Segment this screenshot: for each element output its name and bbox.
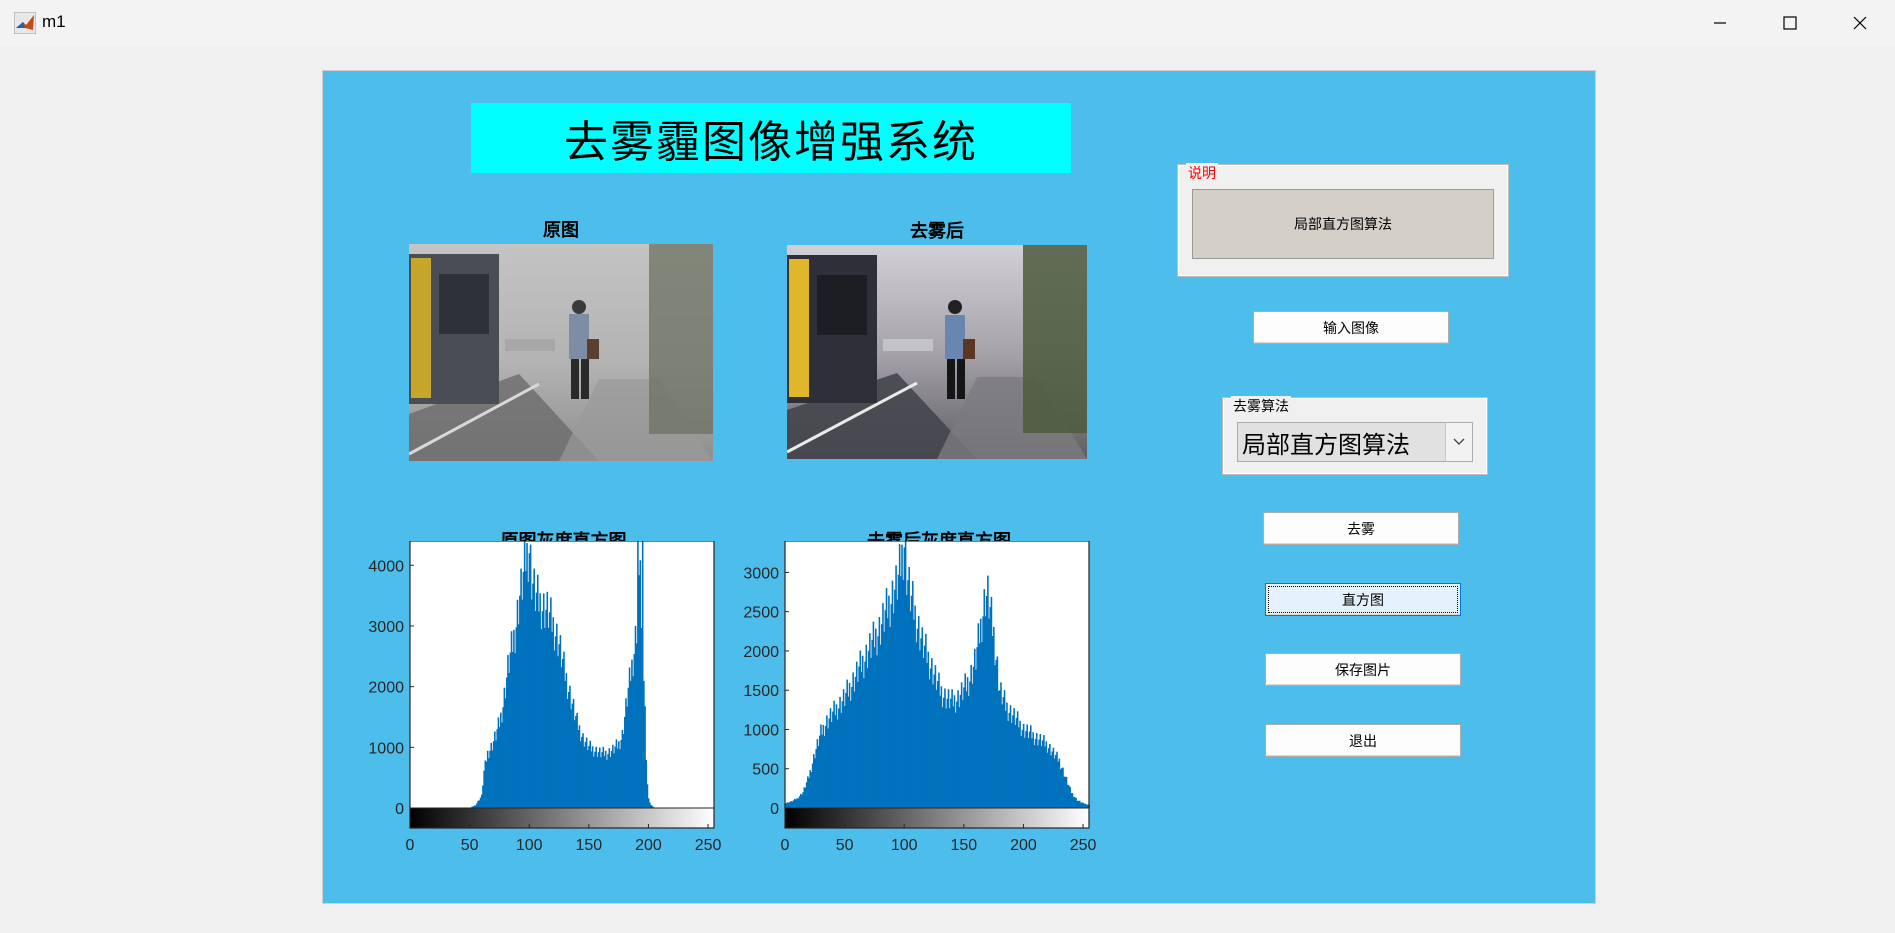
algorithm-panel-legend: 去雾算法 [1231,396,1291,416]
gray-colorbar [785,808,1089,828]
x-tick-label: 250 [1070,837,1097,854]
y-tick-label: 1500 [743,683,779,700]
x-tick-label: 0 [781,837,790,854]
y-tick-label: 0 [770,801,779,818]
original-image-title: 原图 [543,220,579,241]
x-tick-label: 200 [1010,837,1037,854]
info-panel-legend: 说明 [1186,163,1218,183]
maximize-button[interactable] [1755,0,1825,46]
x-tick-label: 200 [635,837,662,854]
x-tick-label: 0 [406,837,415,854]
y-tick-label: 2500 [743,605,779,622]
x-tick-label: 100 [891,837,918,854]
chevron-down-icon[interactable] [1445,423,1472,461]
x-tick-label: 150 [575,837,602,854]
minimize-icon [1714,22,1726,24]
maximize-icon [1783,16,1797,30]
x-tick-label: 100 [516,837,543,854]
y-tick-label: 4000 [368,558,404,575]
close-icon [1853,16,1867,30]
algorithm-select[interactable]: 局部直方图算法 [1237,422,1473,462]
info-text: 局部直方图算法 [1192,189,1494,259]
dehaze-button[interactable]: 去雾 [1263,512,1459,545]
dehazed-image-title: 去雾后 [910,221,964,242]
y-tick-label: 2000 [743,644,779,661]
x-tick-label: 50 [836,837,854,854]
algorithm-panel: 去雾算法 局部直方图算法 [1222,396,1488,475]
original-histogram: 010002000300040000 50 100 150 200 250 [368,541,721,854]
y-tick-label: 1000 [368,740,404,757]
info-panel: 说明 局部直方图算法 [1177,163,1509,277]
y-tick-label: 3000 [743,565,779,582]
histogram-button[interactable]: 直方图 [1265,583,1461,616]
figure-canvas: 去雾霾图像增强系统 原图 去雾后 0 1000 2000 3000 4000 0… [322,70,1596,904]
close-button[interactable] [1825,0,1895,46]
window-titlebar: m1 [0,0,1895,46]
x-tick-label: 150 [950,837,977,854]
dehazed-image [787,245,1087,459]
y-tick-label: 0 [395,801,404,818]
original-image [409,244,713,461]
minimize-button[interactable] [1685,0,1755,46]
main-title: 去雾霾图像增强系统 [471,103,1071,173]
save-image-button[interactable]: 保存图片 [1265,653,1461,686]
matlab-icon [14,12,36,34]
input-image-button[interactable]: 输入图像 [1253,311,1449,344]
y-tick-label: 1000 [743,722,779,739]
gray-colorbar [410,808,714,828]
y-tick-label: 500 [752,762,779,779]
y-tick-label: 3000 [368,619,404,636]
exit-button[interactable]: 退出 [1265,724,1461,757]
algorithm-selected-value: 局部直方图算法 [1242,430,1410,459]
y-tick-label: 2000 [368,680,404,697]
x-tick-label: 50 [461,837,479,854]
window-title: m1 [42,12,66,31]
dehazed-histogram: 0 500 1000 1500 2000 2500 3000 0 50 100 150 200 250 [743,541,1097,854]
